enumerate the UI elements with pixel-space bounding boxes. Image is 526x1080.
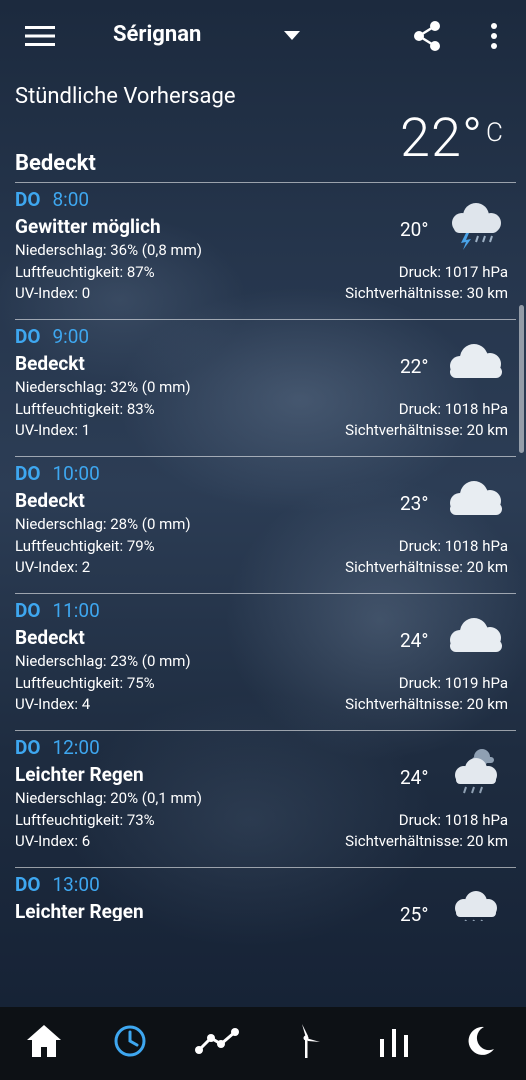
hour-condition: Bedeckt — [15, 626, 85, 649]
hour-time: DO 10:00 — [15, 462, 100, 485]
uv-index: UV-Index: 1 — [15, 421, 91, 439]
hour-condition: Bedeckt — [15, 489, 85, 512]
divider — [15, 593, 516, 594]
hour-card[interactable]: DO 8:00 Gewitter möglich 20° Niederschlag… — [0, 184, 526, 321]
bar-chart-icon — [377, 1025, 411, 1061]
nav-hourly[interactable] — [104, 1017, 156, 1069]
light-rain-cloud-icon — [442, 884, 508, 921]
divider — [15, 867, 516, 868]
precipitation: Niederschlag: 28% (0 mm) — [15, 515, 191, 533]
hour-card[interactable]: DO 10:00 Bedeckt 23° Niederschlag: 28% (0… — [0, 458, 526, 595]
precipitation: Niederschlag: 23% (0 mm) — [15, 652, 191, 670]
hour-temperature: 22° — [400, 355, 429, 378]
hour-time: DO 9:00 — [15, 325, 90, 348]
thunderstorm-cloud-icon — [442, 199, 508, 251]
pressure: Druck: 1017 hPa — [398, 263, 508, 281]
nav-moon[interactable] — [454, 1017, 506, 1069]
uv-index: UV-Index: 6 — [15, 832, 91, 850]
precipitation: Niederschlag: 32% (0 mm) — [15, 378, 191, 396]
visibility: Sichtverhältnisse: 20 km — [345, 832, 508, 850]
humidity: Luftfeuchtigkeit: 79% — [15, 537, 155, 555]
top-app-bar: Sérignan — [0, 0, 526, 72]
hour-condition: Bedeckt — [15, 352, 85, 375]
bottom-navigation — [0, 1007, 526, 1080]
divider — [15, 456, 516, 457]
nav-home[interactable] — [18, 1017, 70, 1069]
divider — [15, 319, 516, 320]
uv-index: UV-Index: 4 — [15, 695, 91, 713]
location-name[interactable]: Sérignan — [113, 22, 201, 47]
hamburger-menu-icon[interactable] — [22, 20, 58, 52]
hour-time: DO 13:00 — [15, 873, 100, 896]
uv-index: UV-Index: 2 — [15, 558, 91, 576]
section-title: Stündliche Vorhersage — [15, 84, 236, 109]
overcast-cloud-icon — [442, 610, 508, 662]
hour-time: DO 11:00 — [15, 599, 100, 622]
hour-temperature: 24° — [400, 766, 429, 789]
dropdown-arrow-icon[interactable] — [280, 24, 304, 48]
trend-chart-icon — [195, 1026, 241, 1060]
hour-card[interactable]: DO 9:00 Bedeckt 22° Niederschlag: 32% (0 … — [0, 321, 526, 458]
divider — [15, 730, 516, 731]
visibility: Sichtverhältnisse: 20 km — [345, 421, 508, 439]
light-rain-cloud-icon — [442, 747, 508, 799]
pressure: Druck: 1018 hPa — [398, 400, 508, 418]
scrollbar[interactable] — [519, 305, 524, 453]
precipitation: Niederschlag: 36% (0,8 mm) — [15, 241, 203, 259]
humidity: Luftfeuchtigkeit: 75% — [15, 674, 155, 692]
hour-time: DO 12:00 — [15, 736, 100, 759]
current-condition: Bedeckt — [15, 151, 96, 176]
pressure: Druck: 1018 hPa — [398, 811, 508, 829]
hour-condition: Leichter Regen — [15, 900, 144, 921]
hour-condition: Gewitter möglich — [15, 215, 161, 238]
nav-wind[interactable] — [280, 1017, 332, 1069]
home-icon — [25, 1023, 63, 1063]
visibility: Sichtverhältnisse: 30 km — [345, 284, 508, 302]
moon-icon — [464, 1025, 496, 1061]
share-icon[interactable] — [410, 18, 444, 54]
visibility: Sichtverhältnisse: 20 km — [345, 558, 508, 576]
more-vert-icon[interactable] — [482, 18, 506, 54]
hour-temperature: 23° — [400, 492, 429, 515]
hour-card[interactable]: DO 11:00 Bedeckt 24° Niederschlag: 23% (0… — [0, 595, 526, 732]
nav-graph[interactable] — [192, 1017, 244, 1069]
temperature-unit: C — [486, 118, 503, 148]
overcast-cloud-icon — [442, 473, 508, 525]
uv-index: UV-Index: 0 — [15, 284, 91, 302]
hour-temperature: 24° — [400, 629, 429, 652]
hour-time: DO 8:00 — [15, 188, 90, 211]
humidity: Luftfeuchtigkeit: 83% — [15, 400, 155, 418]
hour-temperature: 25° — [400, 903, 429, 921]
overcast-cloud-icon — [442, 336, 508, 388]
pressure: Druck: 1018 hPa — [398, 537, 508, 555]
hour-condition: Leichter Regen — [15, 763, 144, 786]
visibility: Sichtverhältnisse: 20 km — [345, 695, 508, 713]
humidity: Luftfeuchtigkeit: 73% — [15, 811, 155, 829]
humidity: Luftfeuchtigkeit: 87% — [15, 263, 155, 281]
divider — [15, 182, 516, 183]
current-temperature: 22° — [400, 107, 484, 170]
precipitation: Niederschlag: 20% (0,1 mm) — [15, 789, 203, 807]
pressure: Druck: 1019 hPa — [398, 674, 508, 692]
clock-icon — [112, 1023, 148, 1063]
hour-card[interactable]: DO 12:00 Leichter Regen 24° Niederschlag:… — [0, 732, 526, 869]
wind-turbine-icon — [288, 1022, 324, 1064]
hour-temperature: 20° — [400, 218, 429, 241]
nav-bars[interactable] — [368, 1017, 420, 1069]
hour-card[interactable]: DO 13:00 Leichter Regen 25° — [0, 869, 526, 921]
